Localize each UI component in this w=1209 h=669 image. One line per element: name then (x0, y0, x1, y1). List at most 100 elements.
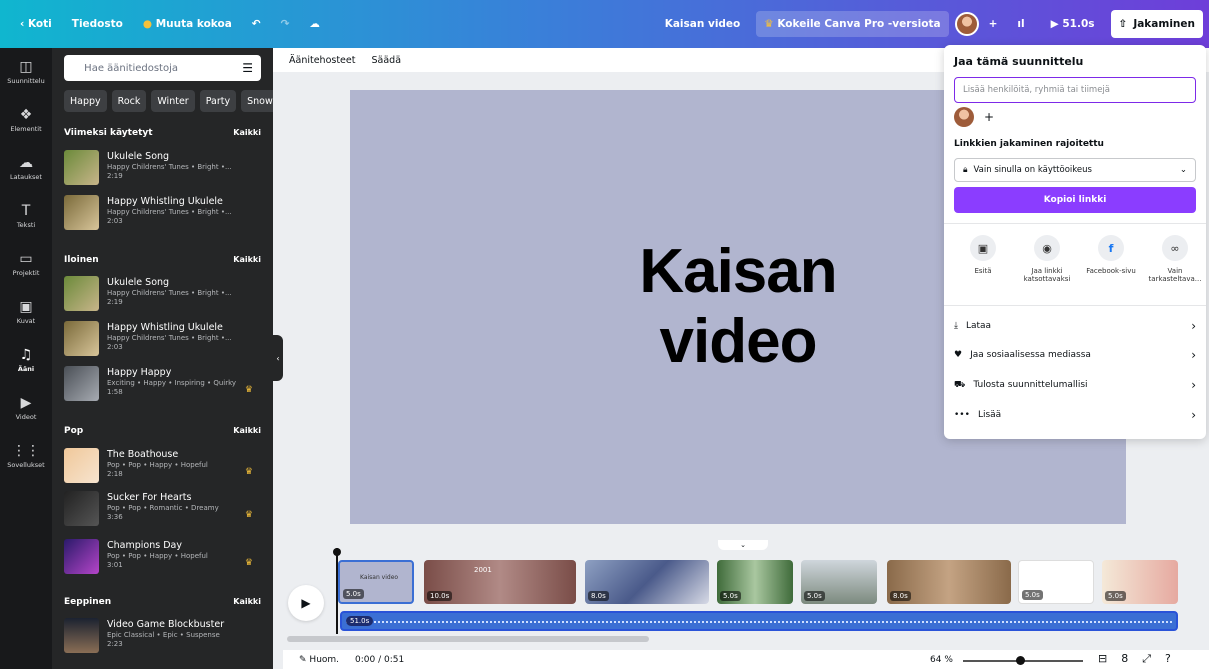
track-duration: 3:01 (107, 561, 123, 569)
sidebar-item-design[interactable]: ◫ Suunnittelu (0, 48, 52, 96)
adjust-button[interactable]: Säädä (371, 55, 401, 66)
user-avatar[interactable] (954, 12, 979, 36)
track-thumbnail (64, 276, 99, 311)
scene-clip[interactable]: 5.0s (801, 560, 877, 604)
collapse-panel-button[interactable]: ‹ (273, 335, 283, 381)
sidebar-item-photos[interactable]: ▣ Kuvat (0, 288, 52, 336)
scene-clip[interactable]: 5.0s (1102, 560, 1178, 604)
scene-clip[interactable]: 5.0s (1018, 560, 1094, 604)
scene-clip[interactable]: 2001 10.0s (424, 560, 576, 604)
insights-button[interactable]: ıl (1007, 10, 1034, 38)
canvas-title-line2[interactable]: video (660, 308, 818, 376)
notes-label: Huom. (309, 654, 340, 665)
resize-button[interactable]: ● Muuta kokoa (133, 10, 242, 38)
see-all-link[interactable]: Kaikki (233, 128, 261, 138)
page-count-button[interactable]: 8 (1121, 652, 1128, 666)
zoom-slider-knob[interactable] (1016, 656, 1025, 665)
add-collaborator-button[interactable]: + (985, 10, 1002, 38)
see-all-link[interactable]: Kaikki (233, 426, 261, 436)
track-item[interactable]: Sucker For Hearts Pop • Pop • Romantic • … (64, 491, 261, 531)
redo-icon: ↷ (280, 18, 290, 30)
present-button[interactable]: ▶ 51.0s (1041, 10, 1105, 38)
view-link-option[interactable]: ◉ Jaa linkki katsottavaksi (1018, 235, 1076, 283)
view-only-option[interactable]: ∞ Vain tarkasteltava... (1146, 235, 1204, 283)
design-title[interactable]: Kaisan video (655, 10, 751, 38)
scene-clip[interactable]: 8.0s (887, 560, 1011, 604)
help-icon[interactable]: ? (1165, 652, 1171, 666)
track-duration: 2:18 (107, 470, 123, 478)
divider (944, 305, 1206, 306)
track-item[interactable]: Happy Whistling Ukulele Happy Childrens' … (64, 321, 261, 361)
track-item[interactable]: Champions Day Pop • Pop • Happy • Hopeful… (64, 539, 261, 579)
horizontal-scrollbar[interactable] (287, 636, 649, 642)
sidebar-item-projects[interactable]: ▭ Projektit (0, 240, 52, 288)
notes-icon: ✎ (299, 654, 307, 665)
avatar[interactable] (954, 107, 974, 127)
track-meta: Epic Classical • Epic • Suspense (107, 631, 220, 639)
cloud-sync-button[interactable]: ☁ (299, 10, 330, 38)
people-input[interactable]: Lisää henkilöitä, ryhmiä tai tiimejä (954, 77, 1196, 103)
audio-effects-button[interactable]: Äänitehosteet (289, 55, 355, 66)
section-title: Pop (64, 426, 84, 436)
sidebar-item-label: Videot (15, 412, 37, 421)
print-row[interactable]: ⛟ Tulosta suunnittelumallisi › (954, 373, 1196, 397)
audio-track[interactable]: 51.0s (340, 611, 1178, 631)
share-label: Jakaminen (1133, 18, 1195, 30)
present-option[interactable]: ▣ Esitä (954, 235, 1012, 283)
search-input[interactable]: ⌕ Hae äänitiedostoja ☰ (64, 55, 261, 81)
try-pro-button[interactable]: ♛ Kokeile Canva Pro -versiota (756, 11, 949, 37)
crown-icon: ♛ (764, 18, 774, 30)
upload-icon: ⇧ (1118, 18, 1128, 30)
filter-icon[interactable]: ☰ (242, 61, 253, 75)
undo-button[interactable]: ↶ (242, 10, 271, 38)
track-name: Video Game Blockbuster (107, 619, 225, 630)
sidebar-item-videos[interactable]: ▶ Videot (0, 384, 52, 432)
track-item[interactable]: Video Game Blockbuster Epic Classical • E… (64, 618, 261, 658)
sidebar-item-audio[interactable]: ♫ Ääni (0, 336, 52, 384)
track-duration: 1:58 (107, 388, 123, 396)
track-item[interactable]: Happy Happy Exciting • Happy • Inspiring … (64, 366, 261, 406)
fullscreen-icon[interactable]: ⤢ (1142, 652, 1151, 666)
play-button[interactable]: ▶ (288, 585, 324, 621)
option-label: Vain tarkasteltava... (1148, 267, 1202, 283)
redo-button[interactable]: ↷ (271, 10, 300, 38)
chip-party[interactable]: Party (199, 90, 237, 112)
copy-link-button[interactable]: Kopioi linkki (954, 187, 1196, 213)
add-person-button[interactable]: + (980, 108, 998, 126)
social-share-row[interactable]: ♥ Jaa sosiaalisessa mediassa › (954, 343, 1196, 367)
more-row[interactable]: ••• Lisää › (954, 403, 1196, 427)
scene-clip[interactable]: 8.0s (585, 560, 709, 604)
track-item[interactable]: Happy Whistling Ukulele Happy Childrens' … (64, 195, 261, 235)
canvas-title-line1[interactable]: Kaisan (639, 238, 837, 306)
heart-icon: ♥ (954, 350, 963, 360)
sidebar-item-elements[interactable]: ❖ Elementit (0, 96, 52, 144)
chip-rock[interactable]: Rock (111, 90, 147, 112)
chip-happy[interactable]: Happy (64, 90, 107, 112)
track-item[interactable]: Ukulele Song Happy Childrens' Tunes • Bri… (64, 150, 261, 190)
sidebar-item-text[interactable]: T Teksti (0, 192, 52, 240)
scene-clip[interactable]: Kaisan video 5.0s (338, 560, 414, 604)
grid-view-icon[interactable]: ⊟ (1098, 652, 1107, 666)
see-all-link[interactable]: Kaikki (233, 597, 261, 607)
playhead[interactable] (333, 548, 341, 634)
scene-clip[interactable]: 5.0s (717, 560, 793, 604)
facebook-option[interactable]: f Facebook-sivu (1082, 235, 1140, 283)
track-item[interactable]: Ukulele Song Happy Childrens' Tunes • Bri… (64, 276, 261, 316)
chip-snow[interactable]: Snow › (241, 90, 273, 112)
sidebar-item-apps[interactable]: ⋮⋮ Sovellukset (0, 432, 52, 480)
track-item[interactable]: The Boathouse Pop • Pop • Happy • Hopeful… (64, 448, 261, 488)
zoom-level[interactable]: 64 % (930, 655, 953, 665)
see-all-link[interactable]: Kaikki (233, 255, 261, 265)
sidebar-item-uploads[interactable]: ☁ Lataukset (0, 144, 52, 192)
apps-icon: ⋮⋮ (12, 442, 40, 459)
link-icon: ∞ (1162, 235, 1188, 261)
chip-winter[interactable]: Winter (151, 90, 195, 112)
download-row[interactable]: ⤓ Lataa › (954, 314, 1196, 338)
file-menu-button[interactable]: Tiedosto (62, 10, 133, 38)
home-button[interactable]: ‹ Koti (10, 10, 62, 38)
share-button[interactable]: ⇧ Jakaminen (1110, 10, 1203, 38)
timeline-toggle[interactable]: ⌄ (718, 540, 768, 550)
notes-button[interactable]: ✎ Huom. (299, 655, 339, 665)
access-select[interactable]: 🔒︎ Vain sinulla on käyttöoikeus ⌄ (954, 158, 1196, 182)
track-meta: Happy Childrens' Tunes • Bright •... (107, 208, 232, 216)
